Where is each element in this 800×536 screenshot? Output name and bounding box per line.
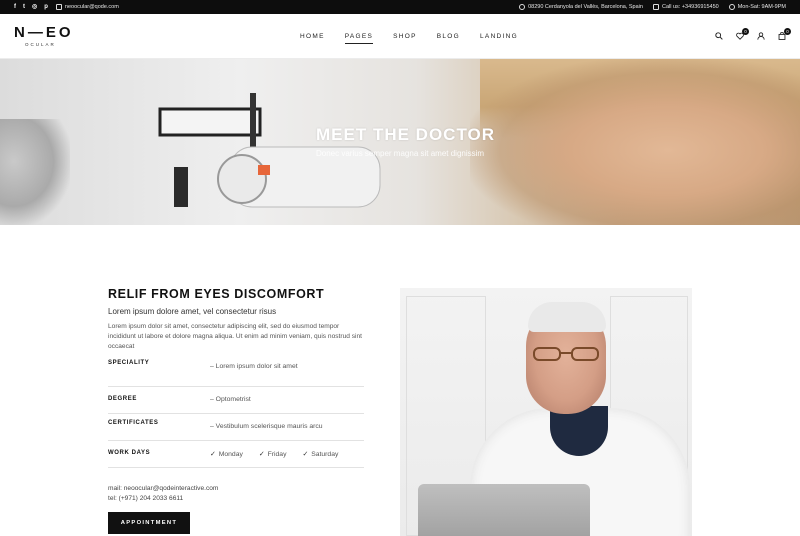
hero-title: MEET THE DOCTOR [316, 125, 496, 144]
check-icon: ✓ [258, 451, 265, 458]
topbar-phone[interactable]: Call us: +34936915450 [652, 4, 719, 10]
detail-label: SPECIALITY [108, 360, 150, 366]
work-day-item: ✓ Friday [259, 450, 287, 458]
instagram-icon[interactable]: ◎ [32, 4, 37, 10]
appointment-button[interactable]: APPOINTMENT [108, 512, 190, 534]
topbar-address-text: 08290 Cerdanyola del Vallès, Barcelona, … [528, 4, 643, 10]
doctor-info: RELIF FROM EYES DISCOMFORT Lorem ipsum d… [108, 287, 364, 534]
topbar-email[interactable]: neoocular@qode.com [55, 4, 119, 10]
cart-count-badge: 0 [784, 28, 791, 35]
mail-icon [55, 4, 62, 10]
wishlist-count-badge: 0 [742, 28, 749, 35]
work-day-item: ✓ Monday [210, 450, 243, 458]
doctor-details-list: SPECIALITY – Lorem ipsum dolor sit amet … [108, 357, 364, 468]
main-nav: HOME PAGES SHOP BLOG LANDING [300, 14, 518, 59]
twitter-icon[interactable]: t [23, 4, 25, 10]
wishlist-heart-icon[interactable]: 0 [736, 28, 749, 40]
nav-pages[interactable]: PAGES [344, 30, 374, 44]
hero-doctor-image [470, 59, 800, 225]
check-icon: ✓ [210, 451, 216, 458]
detail-value: – Vestibulum scelerisque mauris arcu [210, 423, 323, 430]
top-bar: f t ◎ p neoocular@qode.com 08290 Cerdany… [0, 0, 800, 14]
topbar-hours: Mon-Sat: 9AM-9PM [728, 4, 786, 10]
site-header: N—EO OCULAR HOME PAGES SHOP BLOG LANDING… [0, 14, 800, 59]
hero-subtitle: Donec varius semper magna sit amet digni… [316, 149, 485, 158]
social-links: f t ◎ p [14, 4, 48, 10]
hero-patient-image [0, 119, 70, 225]
facebook-icon[interactable]: f [14, 4, 16, 10]
photo-doctor-hair [528, 302, 606, 332]
work-day-label: Saturday [311, 451, 339, 458]
section-subtitle: Lorem ipsum dolore amet, vel consectetur… [108, 307, 277, 316]
photo-doctor-glasses [533, 347, 599, 361]
header-icons: 0 0 [715, 28, 791, 40]
detail-label: WORK DAYS [108, 450, 151, 456]
detail-row-degree: DEGREE – Optometrist [108, 387, 364, 414]
pinterest-icon[interactable]: p [44, 4, 48, 10]
user-account-icon[interactable] [757, 32, 765, 40]
topbar-hours-text: Mon-Sat: 9AM-9PM [737, 4, 786, 10]
detail-row-work-days: WORK DAYS ✓ Monday ✓ Friday ✓ Saturday [108, 441, 364, 468]
section-title: RELIF FROM EYES DISCOMFORT [108, 287, 325, 301]
logo[interactable]: N—EO OCULAR [14, 25, 74, 47]
detail-label: CERTIFICATES [108, 420, 159, 426]
search-icon[interactable] [715, 32, 723, 40]
detail-row-speciality: SPECIALITY – Lorem ipsum dolor sit amet [108, 357, 364, 387]
nav-shop[interactable]: SHOP [393, 30, 417, 43]
detail-value: – Lorem ipsum dolor sit amet [210, 363, 298, 370]
nav-blog[interactable]: BLOG [437, 30, 460, 43]
logo-main: N—EO [14, 24, 74, 41]
hero-banner: MEET THE DOCTOR Donec varius semper magn… [0, 59, 800, 225]
topbar-phone-text[interactable]: Call us: +34936915450 [662, 4, 719, 10]
contact-tel[interactable]: tel: (+971) 204 2033 6611 [108, 494, 364, 504]
section-paragraph: Lorem ipsum dolor sit amet, consectetur … [108, 323, 362, 350]
work-day-label: Friday [267, 451, 287, 458]
topbar-address: 08290 Cerdanyola del Vallès, Barcelona, … [519, 4, 643, 10]
contact-mail[interactable]: mail: neoocular@qodeinteractive.com [108, 484, 364, 494]
cart-bag-icon[interactable]: 0 [778, 28, 791, 40]
check-icon: ✓ [302, 451, 309, 458]
doctor-profile-section: RELIF FROM EYES DISCOMFORT Lorem ipsum d… [0, 225, 800, 536]
work-day-label: Monday [218, 451, 243, 458]
detail-value: – Optometrist [210, 396, 251, 403]
logo-sub: OCULAR [25, 42, 56, 47]
detail-label: DEGREE [108, 396, 137, 402]
location-pin-icon [519, 4, 526, 10]
clock-icon [728, 4, 735, 10]
work-day-item: ✓ Saturday [302, 450, 338, 458]
work-days-list: ✓ Monday ✓ Friday ✓ Saturday [210, 450, 338, 458]
phone-icon [652, 4, 659, 10]
photo-laptop [418, 484, 590, 536]
topbar-email-text[interactable]: neoocular@qode.com [65, 4, 119, 10]
doctor-photo [400, 288, 692, 536]
detail-row-certificates: CERTIFICATES – Vestibulum scelerisque ma… [108, 414, 364, 441]
nav-home[interactable]: HOME [300, 30, 325, 43]
contact-info: mail: neoocular@qodeinteractive.com tel:… [108, 484, 364, 504]
nav-landing[interactable]: LANDING [480, 30, 518, 43]
